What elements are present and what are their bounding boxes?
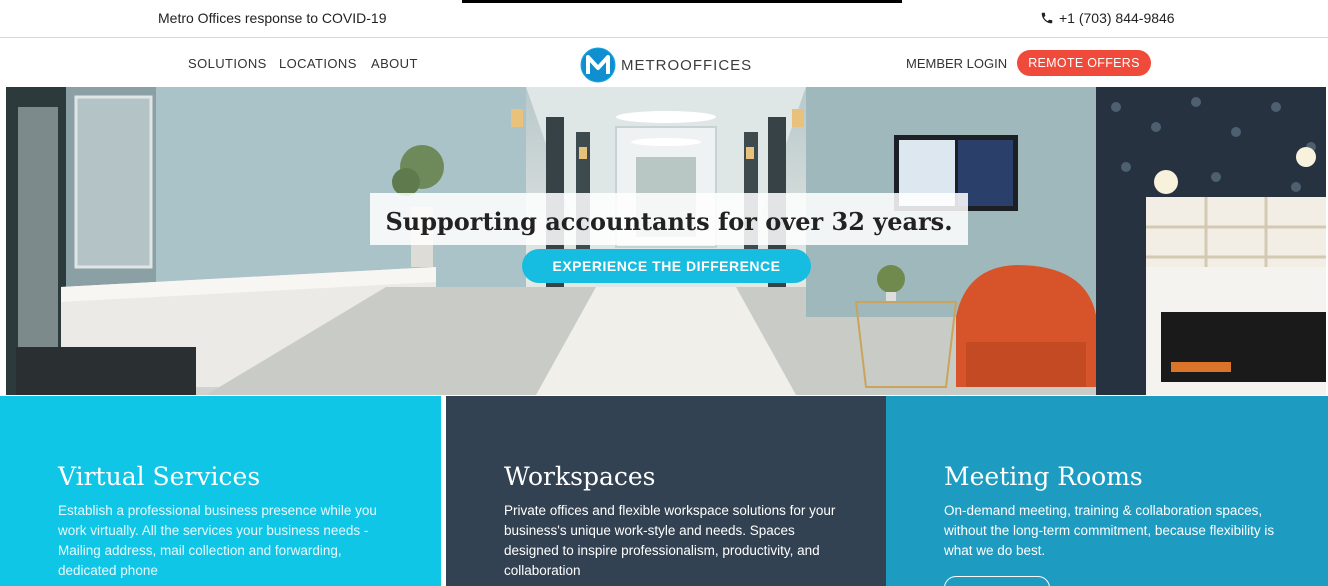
workspaces-description: Private offices and flexible workspace s… [504, 503, 836, 578]
member-login-link[interactable]: MEMBER LOGIN [906, 56, 1007, 71]
meeting-rooms-description: On-demand meeting, training & collaborat… [944, 503, 1275, 558]
hero-title: Supporting accountants for over 32 years… [385, 207, 953, 236]
meeting-rooms-outline-button[interactable] [944, 576, 1050, 586]
top-announcement-bar: Metro Offices response to COVID-19 +1 (7… [0, 0, 1328, 38]
phone-contact[interactable]: +1 (703) 844-9846 [1040, 10, 1175, 26]
phone-icon [1041, 12, 1053, 24]
meeting-rooms-panel[interactable]: Meeting Rooms On-demand meeting, trainin… [886, 396, 1328, 586]
covid-response-link[interactable]: Metro Offices response to COVID-19 [158, 10, 387, 26]
site-logo[interactable]: METROOFFICES [580, 47, 752, 83]
nav-solutions[interactable]: SOLUTIONS [188, 56, 267, 71]
top-divider-line [462, 0, 902, 3]
meeting-rooms-title: Meeting Rooms [944, 462, 1143, 491]
nav-locations[interactable]: LOCATIONS [279, 56, 357, 71]
workspaces-title: Workspaces [504, 462, 656, 491]
experience-difference-button[interactable]: EXPERIENCE THE DIFFERENCE [522, 249, 811, 283]
virtual-services-title: Virtual Services [58, 462, 261, 491]
virtual-services-panel[interactable]: Virtual Services Establish a professiona… [0, 396, 441, 586]
hero-banner: Supporting accountants for over 32 years… [6, 87, 1326, 395]
main-navigation: SOLUTIONS LOCATIONS ABOUT METROOFFICES M… [0, 39, 1328, 87]
logo-wordmark: METROOFFICES [621, 56, 753, 74]
metro-logo-icon [580, 47, 616, 83]
virtual-services-description: Establish a professional business presen… [58, 503, 377, 578]
remote-offers-button[interactable]: REMOTE OFFERS [1017, 50, 1151, 76]
workspaces-panel[interactable]: Workspaces Private offices and flexible … [446, 396, 886, 586]
phone-number: +1 (703) 844-9846 [1059, 10, 1175, 26]
nav-about[interactable]: ABOUT [371, 56, 418, 71]
